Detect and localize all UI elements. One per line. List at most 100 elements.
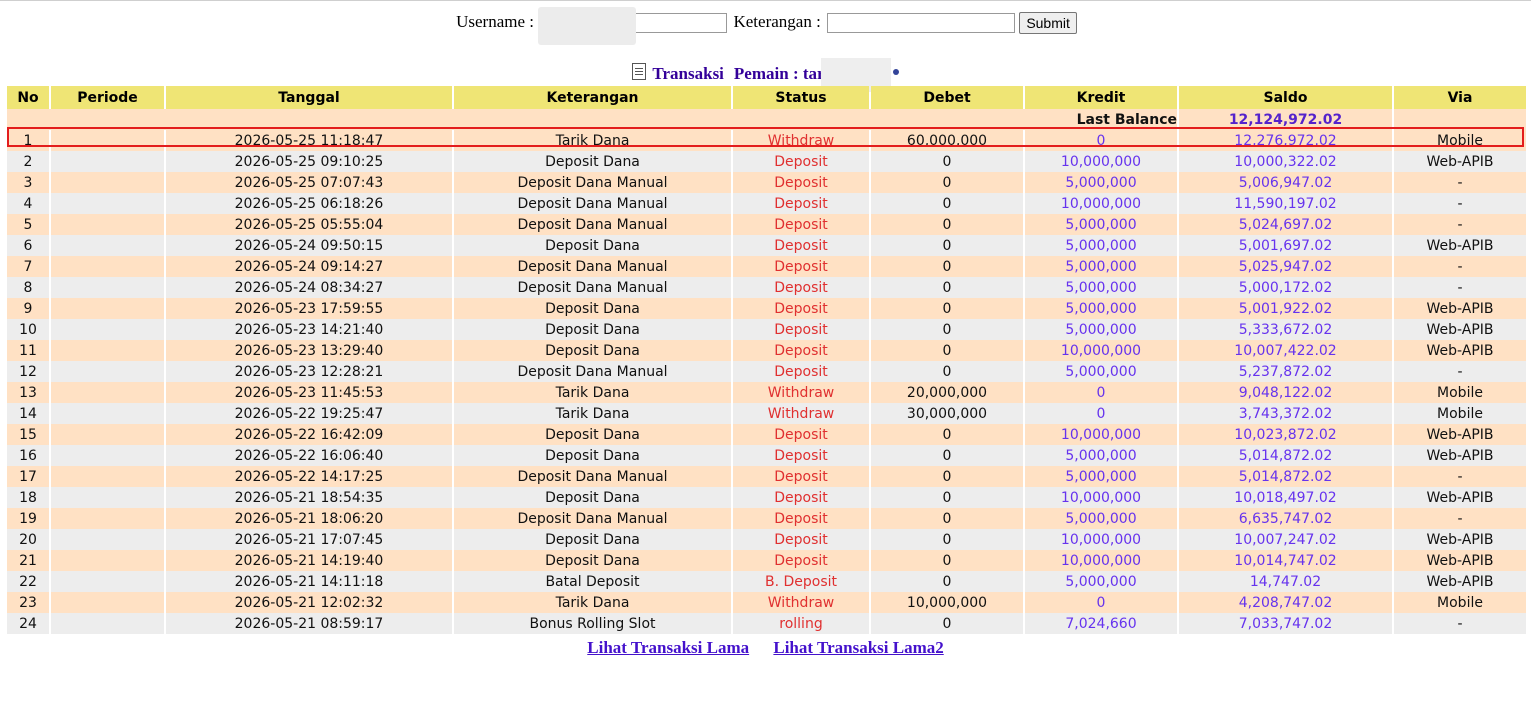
cell-status: Deposit	[733, 256, 869, 277]
table-row: 16 2026-05-22 16:06:40 Deposit Dana Deposit…	[7, 445, 1526, 466]
lihat-transaksi-lama2-link[interactable]: Lihat Transaksi Lama2	[773, 638, 943, 657]
column-header: Via	[1394, 86, 1526, 109]
submit-button[interactable]: Submit	[1019, 12, 1077, 35]
search-form: Username : Keterangan : Submit	[0, 12, 1531, 35]
cell-tanggal: 2026-05-22 16:06:40	[166, 445, 452, 466]
cell-tanggal: 2026-05-23 13:29:40	[166, 340, 452, 361]
table-row: 11 2026-05-23 13:29:40 Deposit Dana Deposit…	[7, 340, 1526, 361]
cell-tanggal: 2026-05-24 09:50:15	[166, 235, 452, 256]
cell-no: 24	[7, 613, 49, 634]
cell-no: 10	[7, 319, 49, 340]
cell-saldo: 5,024,697.02	[1179, 214, 1392, 235]
cell-saldo: 3,743,372.02	[1179, 403, 1392, 424]
cell-tanggal: 2026-05-21 18:06:20	[166, 508, 452, 529]
column-header: Kredit	[1025, 86, 1177, 109]
cell-via: Web-APIB	[1394, 529, 1526, 550]
cell-via: -	[1394, 277, 1526, 298]
column-header: Keterangan	[454, 86, 731, 109]
cell-keterangan: Bonus Rolling Slot	[454, 613, 731, 634]
cell-kredit: 10,000,000	[1025, 424, 1177, 445]
cell-periode	[51, 256, 164, 277]
cell-saldo: 5,001,697.02	[1179, 235, 1392, 256]
cell-debet: 60,000,000	[871, 130, 1023, 151]
cell-kredit: 10,000,000	[1025, 151, 1177, 172]
cell-keterangan: Deposit Dana	[454, 235, 731, 256]
info-icon[interactable]	[892, 68, 899, 75]
table-row: 17 2026-05-22 14:17:25 Deposit Dana Manual…	[7, 466, 1526, 487]
cell-via: Web-APIB	[1394, 340, 1526, 361]
cell-via: -	[1394, 193, 1526, 214]
cell-tanggal: 2026-05-21 14:19:40	[166, 550, 452, 571]
cell-saldo: 10,000,322.02	[1179, 151, 1392, 172]
cell-debet: 0	[871, 445, 1023, 466]
cell-periode	[51, 445, 164, 466]
cell-via: -	[1394, 214, 1526, 235]
cell-status: B. Deposit	[733, 571, 869, 592]
cell-via: Web-APIB	[1394, 298, 1526, 319]
cell-no: 21	[7, 550, 49, 571]
cell-keterangan: Batal Deposit	[454, 571, 731, 592]
cell-via: Web-APIB	[1394, 571, 1526, 592]
pemain-label: Pemain : tar	[733, 63, 825, 83]
cell-keterangan: Deposit Dana	[454, 529, 731, 550]
cell-kredit: 5,000,000	[1025, 445, 1177, 466]
cell-status: Withdraw	[733, 382, 869, 403]
cell-status: Deposit	[733, 151, 869, 172]
cell-kredit: 5,000,000	[1025, 508, 1177, 529]
cell-no: 11	[7, 340, 49, 361]
cell-periode	[51, 277, 164, 298]
cell-kredit: 5,000,000	[1025, 256, 1177, 277]
cell-via: Web-APIB	[1394, 319, 1526, 340]
cell-keterangan: Deposit Dana Manual	[454, 508, 731, 529]
cell-debet: 0	[871, 466, 1023, 487]
cell-tanggal: 2026-05-21 08:59:17	[166, 613, 452, 634]
cell-kredit: 0	[1025, 592, 1177, 613]
cell-no: 16	[7, 445, 49, 466]
username-label: Username :	[456, 12, 534, 31]
cell-no: 4	[7, 193, 49, 214]
cell-status: Deposit	[733, 319, 869, 340]
cell-debet: 0	[871, 193, 1023, 214]
cell-no: 14	[7, 403, 49, 424]
cell-keterangan: Deposit Dana	[454, 445, 731, 466]
cell-no: 23	[7, 592, 49, 613]
column-header: Debet	[871, 86, 1023, 109]
cell-kredit: 10,000,000	[1025, 340, 1177, 361]
cell-saldo: 14,747.02	[1179, 571, 1392, 592]
cell-keterangan: Deposit Dana	[454, 424, 731, 445]
cell-kredit: 10,000,000	[1025, 529, 1177, 550]
cell-debet: 20,000,000	[871, 382, 1023, 403]
cell-tanggal: 2026-05-21 14:11:18	[166, 571, 452, 592]
table-row: 3 2026-05-25 07:07:43 Deposit Dana Manual D…	[7, 172, 1526, 193]
table-row: 15 2026-05-22 16:42:09 Deposit Dana Deposit…	[7, 424, 1526, 445]
cell-status: Deposit	[733, 235, 869, 256]
last-balance-value: 12,124,972.02	[1179, 109, 1392, 130]
cell-no: 9	[7, 298, 49, 319]
lihat-transaksi-lama-link[interactable]: Lihat Transaksi Lama	[587, 638, 749, 657]
cell-kredit: 10,000,000	[1025, 487, 1177, 508]
column-header: Status	[733, 86, 869, 109]
keterangan-label: Keterangan :	[733, 12, 821, 31]
cell-tanggal: 2026-05-23 11:45:53	[166, 382, 452, 403]
cell-periode	[51, 592, 164, 613]
keterangan-input[interactable]	[827, 13, 1016, 34]
cell-saldo: 5,237,872.02	[1179, 361, 1392, 382]
cell-saldo: 10,014,747.02	[1179, 550, 1392, 571]
transaksi-title: Transaksi	[652, 63, 724, 83]
cell-keterangan: Deposit Dana Manual	[454, 277, 731, 298]
cell-via: Mobile	[1394, 403, 1526, 424]
cell-status: Withdraw	[733, 130, 869, 151]
cell-debet: 0	[871, 256, 1023, 277]
cell-status: Withdraw	[733, 403, 869, 424]
document-icon	[632, 62, 647, 80]
cell-kredit: 5,000,000	[1025, 466, 1177, 487]
cell-no: 7	[7, 256, 49, 277]
cell-status: Deposit	[733, 508, 869, 529]
column-header: Periode	[51, 86, 164, 109]
table-row: 24 2026-05-21 08:59:17 Bonus Rolling Slot r…	[7, 613, 1526, 634]
cell-periode	[51, 193, 164, 214]
cell-status: Deposit	[733, 487, 869, 508]
cell-status: Deposit	[733, 277, 869, 298]
cell-via: -	[1394, 256, 1526, 277]
cell-no: 18	[7, 487, 49, 508]
